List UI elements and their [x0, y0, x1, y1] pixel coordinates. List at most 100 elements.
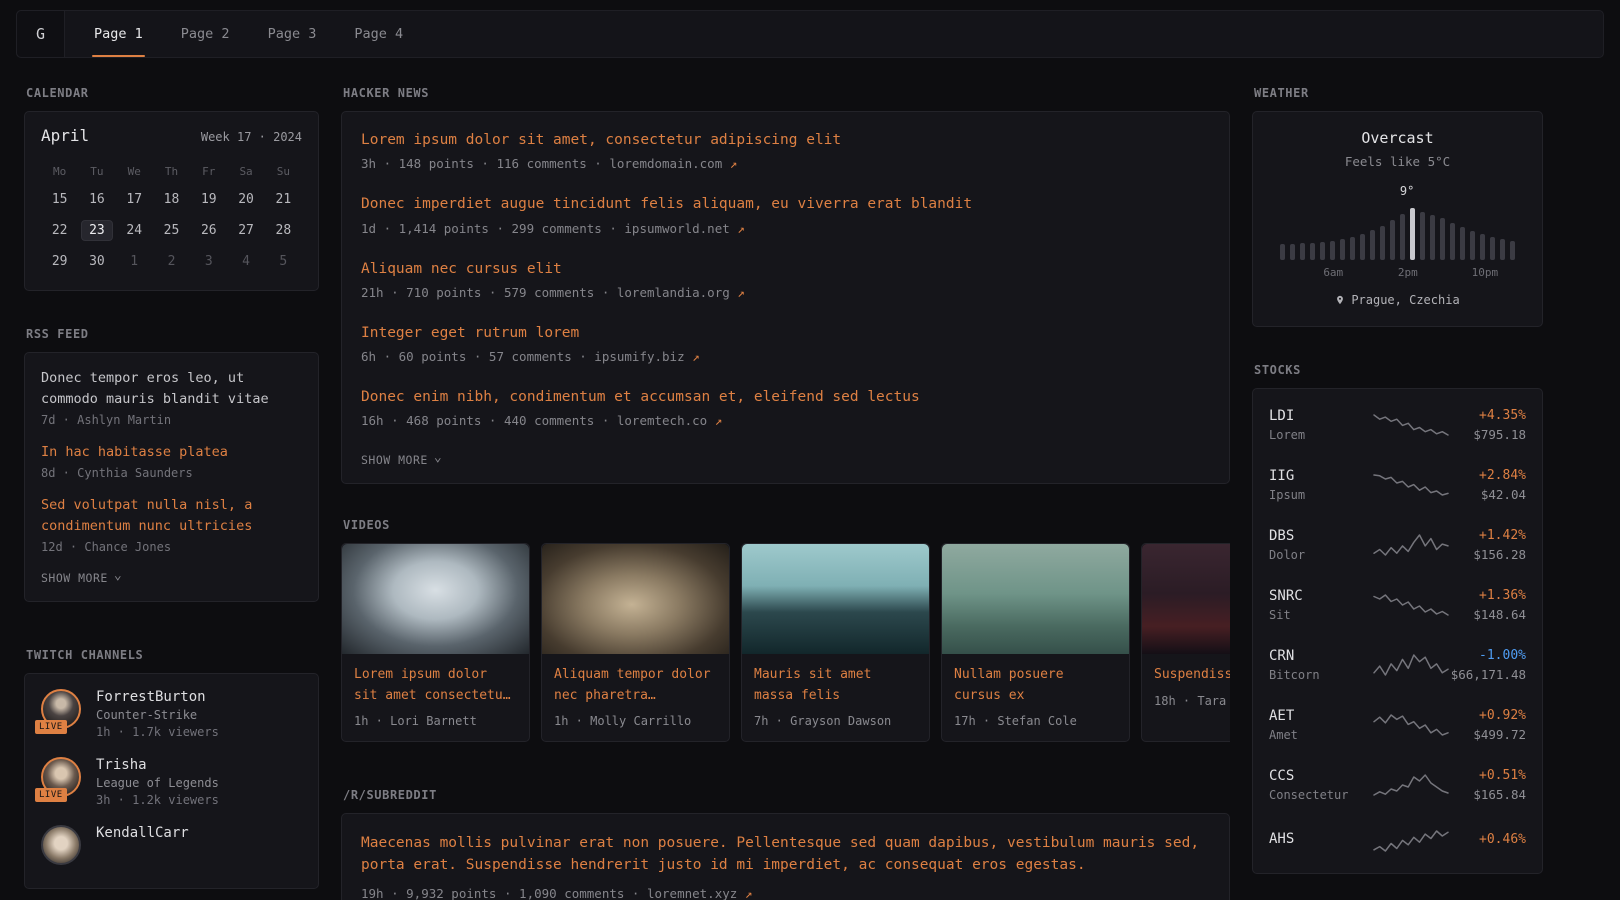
twitch-channel-row[interactable]: LIVE Trisha League of Legends 3h · 1.2k …: [41, 757, 302, 807]
video-card-body: Nullam posuere cursus ex 17h · Stefan Co…: [942, 654, 1129, 740]
weather-bar: [1440, 218, 1445, 260]
weather-time-label: 6am: [1323, 266, 1343, 279]
calendar-day-header: We: [116, 159, 153, 183]
calendar-day: 2: [153, 247, 190, 276]
stock-price: $499.72: [1449, 727, 1526, 742]
tab-page-2[interactable]: Page 2: [162, 11, 249, 57]
external-link-icon[interactable]: ↗: [737, 221, 745, 236]
stock-price: $795.18: [1449, 427, 1526, 442]
subreddit-post-title[interactable]: Maecenas mollis pulvinar erat non posuer…: [361, 832, 1210, 877]
stock-sparkline: [1373, 592, 1449, 618]
calendar-day: 3: [190, 247, 227, 276]
stock-values: +0.46%: [1449, 832, 1526, 851]
weather-bar: [1310, 243, 1315, 260]
stock-change: +0.92%: [1449, 708, 1526, 723]
video-title[interactable]: Aliquam tempor dolor nec pharetra…: [554, 665, 717, 705]
calendar-day: 21: [265, 185, 302, 214]
stocks-section: STOCKS LDI Lorem +4.35% $795.18 IIG: [1252, 363, 1543, 874]
calendar-day-header: Su: [265, 159, 302, 183]
live-badge: LIVE: [35, 720, 67, 734]
external-link-icon[interactable]: ↗: [745, 886, 753, 900]
video-card-body: Mauris sit amet massa felis 7h · Grayson…: [742, 654, 929, 740]
calendar-section: CALENDAR April Week 17 · 2024 Mo Tu We T…: [24, 86, 319, 291]
video-thumbnail[interactable]: [742, 544, 929, 654]
hackernews-section: HACKER NEWS Lorem ipsum dolor sit amet, …: [341, 86, 1230, 484]
stock-symbol: SNRC: [1269, 588, 1373, 604]
stock-values: +0.92% $499.72: [1449, 708, 1526, 742]
stock-change: +0.46%: [1449, 832, 1526, 847]
top-bar: G Page 1 Page 2 Page 3 Page 4: [16, 10, 1604, 58]
weather-feels-like: Feels like 5°C: [1269, 154, 1526, 169]
subreddit-section-label: /R/SUBREDDIT: [343, 788, 1230, 802]
stocks-widget: LDI Lorem +4.35% $795.18 IIG Ipsum: [1252, 388, 1543, 874]
hackernews-item: Donec enim nibh, condimentum et accumsan…: [361, 387, 1210, 428]
stock-price: $42.04: [1449, 487, 1526, 502]
stock-price: $66,171.48: [1449, 667, 1526, 682]
videos-row: Lorem ipsum dolor sit amet consectetu… 1…: [341, 543, 1230, 741]
external-link-icon[interactable]: ↗: [730, 156, 738, 171]
tab-page-3[interactable]: Page 3: [249, 11, 336, 57]
hackernews-item-title[interactable]: Donec enim nibh, condimentum et accumsan…: [361, 387, 1210, 407]
twitch-avatar-wrap: [41, 825, 83, 867]
subreddit-section: /R/SUBREDDIT Maecenas mollis pulvinar er…: [341, 788, 1230, 900]
video-title[interactable]: Mauris sit amet massa felis: [754, 665, 917, 705]
weather-bar: [1340, 239, 1345, 260]
stock-row: CRN Bitcorn -1.00% $66,171.48: [1269, 635, 1526, 695]
location-pin-icon: [1335, 294, 1345, 306]
twitch-channel-row[interactable]: LIVE ForrestBurton Counter-Strike 1h · 1…: [41, 689, 302, 739]
stock-identity: DBS Dolor: [1269, 528, 1373, 562]
weather-bar: [1370, 230, 1375, 260]
rss-item: Sed volutpat nulla nisl, a condimentum n…: [41, 495, 302, 554]
external-link-icon[interactable]: ↗: [692, 349, 700, 364]
rss-item-title[interactable]: Donec tempor eros leo, ut commodo mauris…: [41, 368, 302, 410]
stock-name: Amet: [1269, 728, 1373, 742]
video-card-body: Suspendisse diam 18h · Tara: [1142, 654, 1230, 720]
twitch-widget: LIVE ForrestBurton Counter-Strike 1h · 1…: [24, 673, 319, 889]
rss-item-title[interactable]: In hac habitasse platea: [41, 442, 302, 463]
stock-values: +1.36% $148.64: [1449, 588, 1526, 622]
video-card[interactable]: Lorem ipsum dolor sit amet consectetu… 1…: [341, 543, 530, 741]
twitch-channel-row[interactable]: KendallCarr: [41, 825, 302, 867]
video-card[interactable]: Aliquam tempor dolor nec pharetra… 1h · …: [541, 543, 730, 741]
hackernews-item-meta: 21h · 710 points · 579 comments · loreml…: [361, 285, 1210, 300]
video-thumbnail[interactable]: [542, 544, 729, 654]
hackernews-item-title[interactable]: Donec imperdiet augue tincidunt felis al…: [361, 194, 1210, 214]
calendar-day: 24: [116, 216, 153, 245]
video-card[interactable]: Nullam posuere cursus ex 17h · Stefan Co…: [941, 543, 1130, 741]
twitch-channel-name[interactable]: KendallCarr: [96, 825, 189, 841]
stock-identity: AET Amet: [1269, 708, 1373, 742]
calendar-day: 1: [116, 247, 153, 276]
rss-item-title[interactable]: Sed volutpat nulla nisl, a condimentum n…: [41, 495, 302, 537]
calendar-day: 30: [78, 247, 115, 276]
hackernews-item-title[interactable]: Integer eget rutrum lorem: [361, 323, 1210, 343]
stock-row: CCS Consectetur +0.51% $165.84: [1269, 755, 1526, 815]
weather-bar: [1420, 212, 1425, 260]
center-column: HACKER NEWS Lorem ipsum dolor sit amet, …: [341, 86, 1230, 900]
video-thumbnail[interactable]: [1142, 544, 1230, 654]
video-title[interactable]: Nullam posuere cursus ex: [954, 665, 1117, 705]
video-thumbnail[interactable]: [342, 544, 529, 654]
weather-bar: [1280, 244, 1285, 260]
external-link-icon[interactable]: ↗: [737, 285, 745, 300]
video-title[interactable]: Lorem ipsum dolor sit amet consectetu…: [354, 665, 517, 705]
weather-bar: [1390, 220, 1395, 260]
video-thumbnail[interactable]: [942, 544, 1129, 654]
external-link-icon[interactable]: ↗: [715, 413, 723, 428]
hackernews-section-label: HACKER NEWS: [343, 86, 1230, 100]
hackernews-item-title[interactable]: Aliquam nec cursus elit: [361, 259, 1210, 279]
tab-page-4[interactable]: Page 4: [335, 11, 422, 57]
video-title[interactable]: Suspendisse diam: [1154, 665, 1230, 685]
hackernews-show-more-button[interactable]: SHOW MORE ⌄: [361, 453, 442, 467]
calendar-day: 25: [153, 216, 190, 245]
calendar-section-label: CALENDAR: [26, 86, 319, 100]
rss-show-more-button[interactable]: SHOW MORE ⌄: [41, 571, 122, 585]
twitch-channel-name[interactable]: Trisha: [96, 757, 219, 773]
video-card[interactable]: Mauris sit amet massa felis 7h · Grayson…: [741, 543, 930, 741]
weather-bar: [1320, 242, 1325, 260]
tab-page-1[interactable]: Page 1: [75, 11, 162, 57]
calendar-day: 4: [227, 247, 264, 276]
twitch-channel-name[interactable]: ForrestBurton: [96, 689, 219, 705]
hackernews-item-title[interactable]: Lorem ipsum dolor sit amet, consectetur …: [361, 130, 1210, 150]
hackernews-item: Donec imperdiet augue tincidunt felis al…: [361, 194, 1210, 235]
video-card[interactable]: Suspendisse diam 18h · Tara: [1141, 543, 1230, 741]
